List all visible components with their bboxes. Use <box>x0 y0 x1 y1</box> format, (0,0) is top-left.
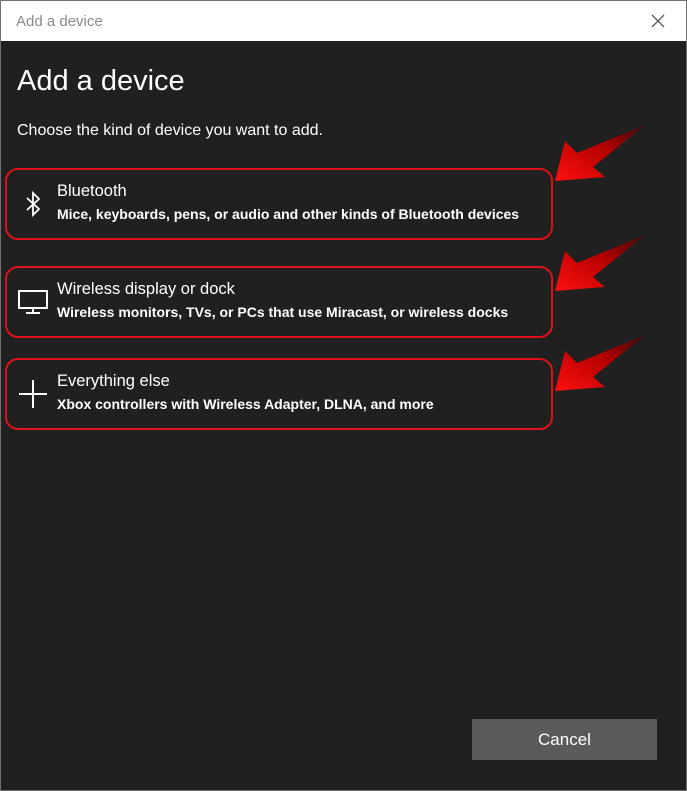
option-title: Wireless display or dock <box>57 280 235 298</box>
cancel-button[interactable]: Cancel <box>472 719 657 760</box>
add-device-dialog: Add a device Add a device Choose the kin… <box>0 0 687 791</box>
option-wireless-display[interactable]: Wireless display or dock Wireless monito… <box>5 266 553 338</box>
option-bluetooth[interactable]: Bluetooth Mice, keyboards, pens, or audi… <box>5 168 553 240</box>
title-bar: Add a device <box>1 1 686 41</box>
option-title: Bluetooth <box>57 182 127 200</box>
option-description: Wireless monitors, TVs, or PCs that use … <box>57 304 509 320</box>
close-button[interactable] <box>630 1 686 41</box>
page-subtitle: Choose the kind of device you want to ad… <box>17 122 323 139</box>
option-description: Xbox controllers with Wireless Adapter, … <box>57 396 434 412</box>
page-title: Add a device <box>17 65 185 97</box>
monitor-icon <box>13 268 53 336</box>
bluetooth-icon <box>13 170 53 238</box>
option-description: Mice, keyboards, pens, or audio and othe… <box>57 206 520 222</box>
close-icon <box>651 14 665 28</box>
plus-icon <box>13 360 53 428</box>
window-title: Add a device <box>16 13 103 30</box>
dialog-content: Add a device Choose the kind of device y… <box>1 41 686 790</box>
annotation-arrow-icon <box>555 335 645 391</box>
option-everything-else[interactable]: Everything else Xbox controllers with Wi… <box>5 358 553 430</box>
option-title: Everything else <box>57 372 170 390</box>
annotation-arrow-icon <box>555 235 645 291</box>
annotation-arrow-icon <box>555 125 645 181</box>
